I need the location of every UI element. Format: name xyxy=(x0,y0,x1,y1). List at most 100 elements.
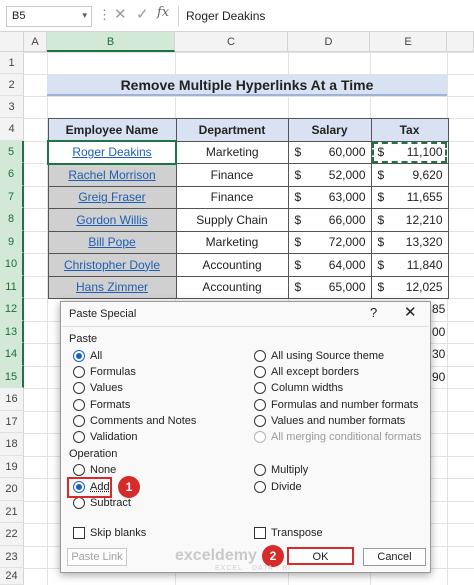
header-salary[interactable]: Salary xyxy=(287,118,372,142)
hyperlink[interactable]: Bill Pope xyxy=(88,235,135,249)
row-header-14[interactable]: 14 xyxy=(0,343,24,366)
header-employee-name[interactable]: Employee Name xyxy=(47,118,177,142)
name-cell[interactable]: Hans Zimmer xyxy=(47,275,177,299)
salary-cell[interactable]: $65,000 xyxy=(287,275,372,299)
confirm-entry-icon[interactable]: ✓ xyxy=(136,5,149,23)
radio-icon[interactable] xyxy=(254,464,266,476)
department-cell[interactable]: Finance xyxy=(175,163,289,187)
sheet-title[interactable]: Remove Multiple Hyperlinks At a Time xyxy=(47,74,447,96)
tax-cell[interactable]: $12,210 xyxy=(370,208,449,232)
row-header-13[interactable]: 13 xyxy=(0,321,24,343)
radio-icon[interactable] xyxy=(254,366,266,378)
name-cell[interactable]: Rachel Morrison xyxy=(47,163,177,187)
department-cell[interactable]: Supply Chain xyxy=(175,208,289,232)
hyperlink[interactable]: Christopher Doyle xyxy=(64,258,160,272)
row-header-23[interactable]: 23 xyxy=(0,546,24,568)
radio-icon[interactable] xyxy=(73,415,85,427)
department-cell[interactable]: Marketing xyxy=(175,230,289,254)
row-header-7[interactable]: 7 xyxy=(0,186,24,208)
column-header-a[interactable]: A xyxy=(24,32,47,52)
help-icon[interactable]: ? xyxy=(370,305,377,320)
salary-cell[interactable]: $63,000 xyxy=(287,185,372,209)
name-cell[interactable]: Bill Pope xyxy=(47,230,177,254)
salary-cell[interactable]: $52,000 xyxy=(287,163,372,187)
row-header-18[interactable]: 18 xyxy=(0,433,24,456)
row-header-4[interactable]: 4 xyxy=(0,118,24,141)
close-icon[interactable]: ✕ xyxy=(404,303,417,321)
radio-icon[interactable] xyxy=(73,399,85,411)
row-header-3[interactable]: 3 xyxy=(0,96,24,118)
row-header-22[interactable]: 22 xyxy=(0,523,24,546)
radio-icon[interactable] xyxy=(254,481,266,493)
insert-function-icon[interactable]: fx xyxy=(157,5,169,20)
tax-cell[interactable]: $9,620 xyxy=(370,163,449,187)
radio-icon[interactable] xyxy=(73,366,85,378)
row-header-12[interactable]: 12 xyxy=(0,298,24,321)
row-header-19[interactable]: 19 xyxy=(0,456,24,478)
hyperlink[interactable]: Greig Fraser xyxy=(78,190,145,204)
name-cell[interactable]: Roger Deakins xyxy=(47,140,177,165)
tax-cell[interactable]: $13,320 xyxy=(370,230,449,254)
header-tax[interactable]: Tax xyxy=(370,118,449,142)
column-header-b[interactable]: B xyxy=(47,32,175,52)
radio-icon[interactable] xyxy=(73,464,85,476)
formula-input[interactable]: Roger Deakins xyxy=(186,9,265,23)
tax-cell-copied[interactable]: $11,100 xyxy=(370,140,449,164)
tax-cell[interactable]: $11,655 xyxy=(370,185,449,209)
hyperlink[interactable]: Hans Zimmer xyxy=(76,280,148,294)
cancel-button[interactable]: Cancel xyxy=(363,548,426,566)
row-header-8[interactable]: 8 xyxy=(0,208,24,231)
name-cell[interactable]: Greig Fraser xyxy=(47,185,177,209)
radio-icon[interactable] xyxy=(254,399,266,411)
hyperlink[interactable]: Roger Deakins xyxy=(72,145,151,159)
salary-cell[interactable]: $72,000 xyxy=(287,230,372,254)
radio-icon[interactable] xyxy=(73,431,85,443)
row-header-16[interactable]: 16 xyxy=(0,388,24,411)
name-cell[interactable]: Christopher Doyle xyxy=(47,253,177,277)
row-header-5[interactable]: 5 xyxy=(0,141,24,163)
column-header-next[interactable] xyxy=(447,32,474,52)
salary-cell[interactable]: $64,000 xyxy=(287,253,372,277)
header-department[interactable]: Department xyxy=(175,118,289,142)
salary-cell[interactable]: $66,000 xyxy=(287,208,372,232)
department-cell[interactable]: Finance xyxy=(175,185,289,209)
row-header-21[interactable]: 21 xyxy=(0,501,24,523)
department-cell[interactable]: Accounting xyxy=(175,275,289,299)
row-header-15[interactable]: 15 xyxy=(0,366,24,388)
row-header-2[interactable]: 2 xyxy=(0,74,24,96)
row-header-6[interactable]: 6 xyxy=(0,163,24,186)
column-header-d[interactable]: D xyxy=(288,32,370,52)
row-header-17[interactable]: 17 xyxy=(0,411,24,433)
salary-cell[interactable]: $60,000 xyxy=(287,140,372,164)
radio-icon[interactable] xyxy=(73,497,85,509)
checkbox-icon[interactable] xyxy=(254,527,266,539)
row-header-20[interactable]: 20 xyxy=(0,478,24,501)
row-header-11[interactable]: 11 xyxy=(0,276,24,298)
name-box[interactable]: B5 ▾ xyxy=(6,6,92,27)
hyperlink[interactable]: Gordon Willis xyxy=(76,213,147,227)
radio-icon[interactable] xyxy=(254,415,266,427)
row-header-1[interactable]: 1 xyxy=(0,52,24,74)
cancel-entry-icon[interactable]: ✕ xyxy=(114,5,127,23)
radio-icon[interactable] xyxy=(254,382,266,394)
more-options-icon[interactable]: ⋮ xyxy=(98,7,111,23)
department-cell[interactable]: Accounting xyxy=(175,253,289,277)
tax-cell[interactable]: $11,840 xyxy=(370,253,449,277)
column-header-c[interactable]: C xyxy=(175,32,288,52)
checkbox-icon[interactable] xyxy=(73,527,85,539)
hyperlink[interactable]: Rachel Morrison xyxy=(68,168,155,182)
row-header-24[interactable]: 24 xyxy=(0,568,24,585)
ok-button[interactable]: OK xyxy=(287,547,354,565)
select-all-corner[interactable] xyxy=(0,32,24,52)
row-header-9[interactable]: 9 xyxy=(0,231,24,253)
radio-icon[interactable] xyxy=(73,382,85,394)
department-cell[interactable]: Marketing xyxy=(175,140,289,164)
name-cell[interactable]: Gordon Willis xyxy=(47,208,177,232)
column-header-e[interactable]: E xyxy=(370,32,447,52)
currency-symbol: $ xyxy=(294,190,302,205)
radio-selected-icon[interactable] xyxy=(73,350,85,362)
tax-cell[interactable]: $12,025 xyxy=(370,275,449,299)
row-header-10[interactable]: 10 xyxy=(0,253,24,276)
radio-icon[interactable] xyxy=(254,350,266,362)
chevron-down-icon[interactable]: ▾ xyxy=(82,10,87,21)
